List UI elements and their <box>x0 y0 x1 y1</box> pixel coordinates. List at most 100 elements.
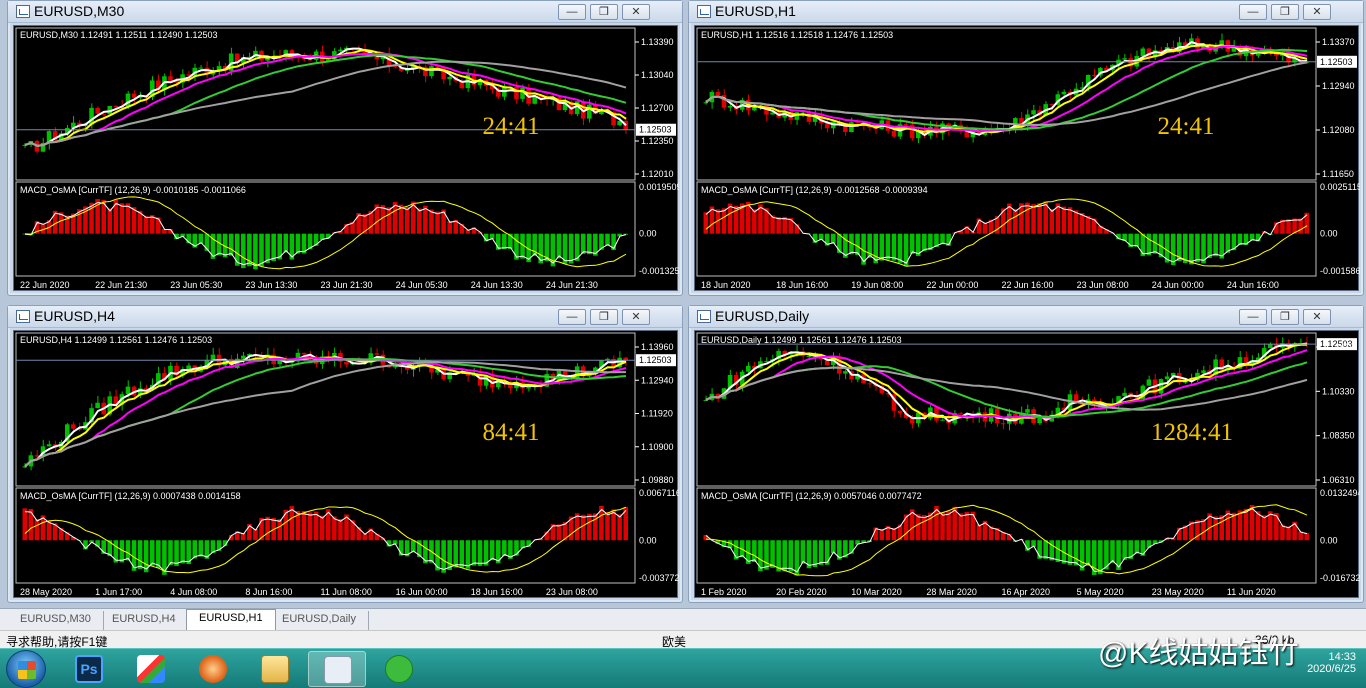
time-axis-label: 18 Jun 16:00 <box>776 280 828 290</box>
tray-date[interactable]: 2020/6/25 <box>1307 663 1356 675</box>
taskbar-paint[interactable] <box>122 651 180 687</box>
close-button[interactable]: ✕ <box>1303 4 1331 20</box>
candle-body <box>95 402 100 409</box>
macd-histogram-bar <box>940 512 945 541</box>
macd-histogram-bar <box>928 512 933 541</box>
macd-histogram-bar <box>459 540 465 568</box>
macd-histogram-bar <box>180 540 185 564</box>
minimize-button[interactable]: — <box>1239 4 1267 20</box>
window-titlebar[interactable]: EURUSD,H4 — ❐ ✕ <box>8 306 682 328</box>
time-axis-label: 11 Jun 2020 <box>1227 587 1276 597</box>
candle-body <box>131 93 137 98</box>
time-axis-label: 23 Jun 05:30 <box>170 280 222 290</box>
macd-histogram-bar <box>514 540 519 556</box>
taskbar-metatrader[interactable] <box>308 651 366 687</box>
watermark: @K线姑姑钰竹 <box>1098 637 1299 670</box>
macd-histogram-bar <box>758 540 763 572</box>
minimize-button[interactable]: — <box>558 4 586 20</box>
window-title: EURUSD,M30 <box>34 3 125 19</box>
tab-eurusd-h4[interactable]: EURUSD,H4 <box>100 611 189 630</box>
close-button[interactable]: ✕ <box>1303 309 1331 325</box>
macd-label: MACD_OsMA [CurrTF] (12,26,9) -0.0010185 … <box>20 185 246 195</box>
macd-histogram-bar <box>915 514 921 541</box>
candle-body <box>1025 409 1030 413</box>
chart-area[interactable]: 1.12503 1.13390 1.13040 1.12700 1.12350 1.120… <box>13 25 679 291</box>
price-scale-label: 1.12080 <box>1322 125 1355 135</box>
chart-area[interactable]: 1.12503 1.14410 1.10330 1.08350 1.06310 EURUS… <box>694 330 1360 598</box>
price-scale-label: 1.10900 <box>641 442 674 452</box>
macd-histogram-bar <box>125 203 131 234</box>
taskbar-explorer[interactable] <box>246 651 304 687</box>
macd-histogram-bar <box>295 233 301 254</box>
price-scale-label: 1.13040 <box>641 70 674 80</box>
macd-histogram-bar <box>752 209 757 234</box>
tab-eurusd-h1[interactable]: EURUSD,H1 <box>186 609 276 631</box>
restore-button[interactable]: ❐ <box>590 4 618 20</box>
start-button[interactable] <box>6 650 46 688</box>
macd-histogram-bar <box>940 233 945 245</box>
macd-histogram-bar <box>149 540 155 566</box>
macd-histogram-bar <box>332 516 337 541</box>
macd-histogram-bar <box>752 540 757 562</box>
chart-area[interactable]: 1.12503 1.13960 1.12940 1.11920 1.10900 1.098… <box>13 330 679 598</box>
bar-countdown-clock: 84:41 <box>483 419 540 446</box>
tray-time[interactable]: 14:33 <box>1307 651 1356 663</box>
macd-histogram-bar <box>818 540 824 565</box>
window-titlebar[interactable]: EURUSD,Daily — ❐ ✕ <box>689 306 1363 328</box>
window-titlebar[interactable]: EURUSD,M30 — ❐ ✕ <box>8 1 682 23</box>
macd-histogram-bar <box>465 540 471 569</box>
ma-magenta-line <box>24 356 627 468</box>
candle-body <box>806 356 812 358</box>
minimize-button[interactable]: — <box>1239 309 1267 325</box>
candle-body <box>1091 74 1097 76</box>
tab-eurusd-m30[interactable]: EURUSD,M30 <box>8 611 104 630</box>
macd-histogram-bar <box>1110 540 1115 563</box>
macd-histogram-bar <box>1170 233 1176 266</box>
candle-body <box>210 354 216 360</box>
restore-button[interactable]: ❐ <box>1271 309 1299 325</box>
candle-body <box>186 365 191 369</box>
candle-body <box>855 122 860 124</box>
minimize-button[interactable]: — <box>558 309 586 325</box>
price-scale-label: 1.12940 <box>641 375 674 385</box>
macd-label: MACD_OsMA [CurrTF] (12,26,9) -0.0012568 … <box>701 185 928 195</box>
macd-histogram-bar <box>1237 510 1243 541</box>
macd-histogram-bar <box>764 540 769 570</box>
macd-histogram-bar <box>1146 233 1152 256</box>
time-axis-label: 1 Feb 2020 <box>701 587 747 597</box>
metatrader-icon <box>324 656 352 684</box>
taskbar-photoshop[interactable]: Ps <box>60 651 118 687</box>
macd-histogram-bar <box>837 540 842 560</box>
restore-button[interactable]: ❐ <box>590 309 618 325</box>
macd-histogram-bar <box>855 233 860 256</box>
macd-histogram-bar <box>1189 233 1194 265</box>
ma-white-line <box>24 353 627 468</box>
window-titlebar[interactable]: EURUSD,H1 — ❐ ✕ <box>689 1 1363 23</box>
price-scale-label: 1.06310 <box>1322 475 1355 485</box>
restore-button[interactable]: ❐ <box>1271 4 1299 20</box>
candle-body <box>22 466 28 468</box>
macd-histogram-bar <box>1207 233 1212 258</box>
ma-gray-line <box>24 361 626 468</box>
macd-histogram-bar <box>605 233 610 246</box>
macd-histogram-bar <box>1195 233 1200 263</box>
macd-histogram-bar <box>885 233 891 260</box>
taskbar-trading-app[interactable] <box>184 651 242 687</box>
time-axis-label: 19 Jun 08:00 <box>851 280 903 290</box>
close-button[interactable]: ✕ <box>622 309 650 325</box>
taskbar-wechat[interactable] <box>370 651 428 687</box>
tab-eurusd-daily[interactable]: EURUSD,Daily <box>270 611 369 630</box>
macd-histogram-bar <box>125 540 131 561</box>
chart-area[interactable]: 1.12503 1.13370 1.12940 1.12080 1.11650 EURUS… <box>694 25 1360 291</box>
macd-scale-label: 0.00 <box>1320 535 1338 545</box>
macd-histogram-bar <box>423 205 428 234</box>
macd-histogram-bar <box>922 233 927 252</box>
macd-histogram-bar <box>1043 540 1048 559</box>
time-axis-label: 4 Jun 08:00 <box>170 587 217 597</box>
macd-histogram-bar <box>782 216 787 234</box>
close-button[interactable]: ✕ <box>622 4 650 20</box>
bar-countdown-clock: 24:41 <box>483 113 540 140</box>
chart-info-text: EURUSD,M30 1.12491 1.12511 1.12490 1.125… <box>20 30 217 40</box>
ma-yellow-line <box>24 355 627 468</box>
macd-scale-label: 0.00 <box>639 535 657 545</box>
